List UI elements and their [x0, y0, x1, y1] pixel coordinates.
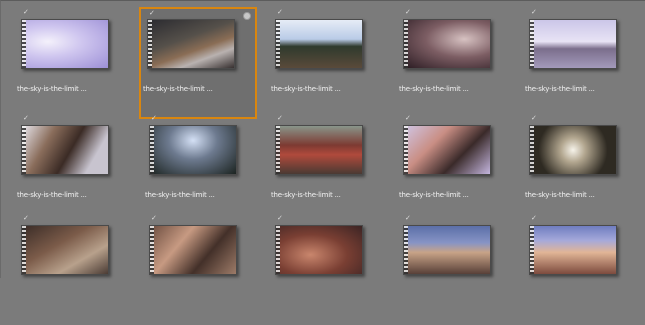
- checkmark-icon[interactable]: ✓: [405, 8, 411, 16]
- clip-tile[interactable]: ✓ the-sky-is-the-limit ...: [267, 113, 385, 225]
- checkmark-icon[interactable]: ✓: [23, 114, 29, 122]
- clip-grid: ✓ the-sky-is-the-limit ... ✓ the-sky-is-…: [1, 1, 645, 279]
- checkmark-icon[interactable]: ✓: [531, 214, 537, 222]
- clip-tile[interactable]: ✓: [13, 213, 131, 325]
- checkmark-icon[interactable]: ✓: [531, 114, 537, 122]
- clip-thumbnail[interactable]: [21, 19, 109, 69]
- clip-thumbnail[interactable]: [403, 19, 491, 69]
- clip-label: the-sky-is-the-limit ...: [271, 85, 341, 93]
- clip-thumbnail[interactable]: [529, 19, 617, 69]
- clip-thumbnail[interactable]: [529, 225, 617, 275]
- clip-thumbnail[interactable]: [147, 19, 235, 69]
- clip-tile[interactable]: ✓ the-sky-is-the-limit ...: [395, 7, 513, 119]
- clip-thumbnail[interactable]: [21, 125, 109, 175]
- clip-label: the-sky-is-the-limit ...: [399, 191, 469, 199]
- clip-tile[interactable]: ✓: [141, 213, 259, 325]
- checkmark-icon[interactable]: ✓: [277, 8, 283, 16]
- clip-tile[interactable]: ✓ the-sky-is-the-limit ...: [13, 7, 131, 119]
- clip-thumbnail[interactable]: [149, 125, 237, 175]
- clip-thumbnail[interactable]: [149, 225, 237, 275]
- clip-tile-selected[interactable]: ✓ the-sky-is-the-limit ...: [139, 7, 257, 119]
- checkmark-icon[interactable]: ✓: [531, 8, 537, 16]
- checkmark-icon[interactable]: ✓: [149, 9, 155, 17]
- clip-tile[interactable]: ✓: [521, 213, 639, 325]
- clip-label: the-sky-is-the-limit ...: [145, 191, 215, 199]
- filmstrip-icon: [404, 226, 408, 274]
- checkmark-icon[interactable]: ✓: [277, 214, 283, 222]
- clip-thumbnail[interactable]: [275, 19, 363, 69]
- clip-thumbnail[interactable]: [275, 125, 363, 175]
- filmstrip-icon: [404, 20, 408, 68]
- checkmark-icon[interactable]: ✓: [405, 214, 411, 222]
- clip-label: the-sky-is-the-limit ...: [143, 85, 213, 93]
- clip-tile[interactable]: ✓ the-sky-is-the-limit ...: [141, 113, 259, 225]
- filmstrip-icon: [530, 20, 534, 68]
- filmstrip-icon: [150, 126, 154, 174]
- clip-thumbnail[interactable]: [403, 225, 491, 275]
- filmstrip-icon: [22, 126, 26, 174]
- checkmark-icon[interactable]: ✓: [151, 214, 157, 222]
- checkmark-icon[interactable]: ✓: [277, 114, 283, 122]
- filmstrip-icon: [150, 226, 154, 274]
- clip-tile[interactable]: ✓ the-sky-is-the-limit ...: [13, 113, 131, 225]
- clip-label: the-sky-is-the-limit ...: [525, 85, 595, 93]
- filmstrip-icon: [404, 126, 408, 174]
- checkmark-icon[interactable]: ✓: [23, 214, 29, 222]
- clip-label: the-sky-is-the-limit ...: [271, 191, 341, 199]
- clip-thumbnail[interactable]: [403, 125, 491, 175]
- clip-label: the-sky-is-the-limit ...: [17, 191, 87, 199]
- clip-thumbnail[interactable]: [529, 125, 617, 175]
- clip-label: the-sky-is-the-limit ...: [399, 85, 469, 93]
- filmstrip-icon: [22, 20, 26, 68]
- clip-thumbnail[interactable]: [21, 225, 109, 275]
- clip-tile[interactable]: ✓ the-sky-is-the-limit ...: [521, 113, 639, 225]
- checkmark-icon[interactable]: ✓: [23, 8, 29, 16]
- filmstrip-icon: [276, 226, 280, 274]
- clip-label: the-sky-is-the-limit ...: [525, 191, 595, 199]
- clip-tile[interactable]: ✓: [267, 213, 385, 325]
- filmstrip-icon: [530, 226, 534, 274]
- filmstrip-icon: [276, 20, 280, 68]
- media-library-browser: ✓ the-sky-is-the-limit ... ✓ the-sky-is-…: [0, 0, 645, 278]
- clip-thumbnail[interactable]: [275, 225, 363, 275]
- filmstrip-icon: [22, 226, 26, 274]
- filmstrip-icon: [148, 20, 152, 68]
- checkmark-icon[interactable]: ✓: [405, 114, 411, 122]
- corner-badge-icon: [243, 12, 251, 20]
- clip-label: the-sky-is-the-limit ...: [17, 85, 87, 93]
- clip-tile[interactable]: ✓ the-sky-is-the-limit ...: [521, 7, 639, 119]
- clip-tile[interactable]: ✓ the-sky-is-the-limit ...: [267, 7, 385, 119]
- filmstrip-icon: [530, 126, 534, 174]
- filmstrip-icon: [276, 126, 280, 174]
- checkmark-icon[interactable]: ✓: [151, 114, 157, 122]
- clip-tile[interactable]: ✓ the-sky-is-the-limit ...: [395, 113, 513, 225]
- clip-tile[interactable]: ✓: [395, 213, 513, 325]
